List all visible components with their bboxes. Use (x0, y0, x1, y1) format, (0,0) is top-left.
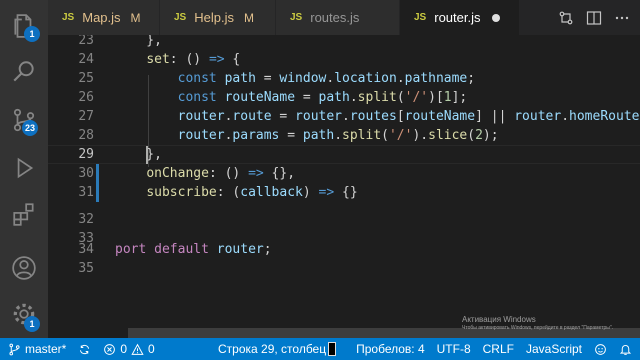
code-line: }, (115, 35, 162, 48)
windows-activation-watermark: Активация Windows Чтобы активировать Win… (462, 315, 613, 331)
line-number: 35 (78, 261, 94, 276)
tab-router-js[interactable]: JS router.js (400, 0, 520, 35)
eol-label: CRLF (482, 342, 514, 356)
line-number: 31 (78, 185, 94, 200)
warning-icon (131, 343, 144, 355)
code-line: port default router; (115, 242, 272, 257)
git-branch-icon (9, 343, 20, 355)
line-number: 23 (78, 35, 94, 48)
scm-badge: 23 (22, 120, 39, 136)
git-change-marker[interactable] (96, 164, 99, 202)
line-number: 32 (78, 212, 94, 227)
tab-routes-js[interactable]: JS routes.js (276, 0, 400, 35)
explorer-badge: 1 (24, 26, 40, 42)
code-line: const path = window.location.pathname; (177, 71, 476, 86)
extensions-icon (13, 203, 34, 226)
editor-tabs: JS Map.js M JS Help.js M JS routes.js JS… (48, 0, 640, 35)
run-debug-button[interactable] (0, 144, 48, 192)
source-control-button[interactable]: 23 (0, 96, 48, 144)
language-mode[interactable]: JavaScript (520, 338, 588, 360)
modified-indicator: M (243, 10, 254, 25)
split-editor-icon[interactable] (586, 10, 602, 26)
indentation-indicator[interactable]: Пробелов: 4 (342, 338, 431, 360)
debug-icon (17, 157, 34, 179)
feedback-button[interactable] (588, 338, 613, 360)
tab-label: routes.js (310, 10, 360, 25)
tab-label: Help.js (194, 10, 234, 25)
bell-icon (619, 344, 632, 355)
search-icon (13, 61, 34, 82)
extensions-button[interactable] (0, 190, 48, 238)
js-file-icon: JS (174, 12, 187, 23)
branch-indicator[interactable]: master* (0, 338, 72, 360)
js-file-icon: JS (62, 12, 75, 23)
tab-label: Map.js (82, 10, 121, 25)
tab-map-js[interactable]: JS Map.js M (48, 0, 160, 35)
feedback-icon (595, 343, 606, 355)
code-editor[interactable]: 23 24 25 26 27 28 29 30 31 32 33 34 35 }… (48, 35, 640, 338)
status-bar-right: Строка 29, столбец Пробелов: 4 UTF-8 CRL… (212, 338, 640, 360)
warning-count: 0 (148, 342, 155, 356)
mouse-cursor-icon (328, 342, 337, 356)
cursor-position-label: Строка 29, столбец (218, 342, 327, 356)
code-line: subscribe: (callback) => {} (146, 185, 358, 200)
status-bar: master* 0 0 Строка 29, столбец Пробелов:… (0, 338, 640, 360)
sync-button[interactable] (72, 338, 97, 360)
notifications-button[interactable] (613, 338, 640, 360)
error-count: 0 (120, 342, 128, 356)
code-line: onChange: () => {}, (146, 166, 296, 181)
sync-icon (80, 344, 90, 354)
line-number: 26 (78, 90, 94, 105)
error-icon (104, 343, 116, 355)
cursor-position[interactable]: Строка 29, столбец (212, 338, 342, 360)
problems-indicator[interactable]: 0 0 (97, 338, 160, 360)
eol-indicator[interactable]: CRLF (477, 338, 520, 360)
search-button[interactable] (0, 48, 48, 96)
code-line: router.route = router.routes[routeName] … (177, 109, 640, 124)
compare-changes-icon[interactable] (558, 10, 574, 26)
settings-badge: 1 (24, 316, 40, 332)
line-number: 25 (78, 71, 94, 86)
line-number: 34 (78, 242, 94, 257)
js-file-icon: JS (290, 12, 303, 23)
line-number: 27 (78, 109, 94, 124)
unsaved-dot-icon[interactable] (492, 13, 501, 22)
code-line: set: () => { (146, 52, 241, 67)
line-number: 28 (78, 128, 94, 143)
manage-button[interactable]: 1 (0, 290, 48, 338)
text-caret (146, 146, 148, 164)
code-line: const routeName = path.split('/')[1]; (177, 90, 468, 105)
encoding-label: UTF-8 (436, 342, 471, 356)
explorer-button[interactable]: 1 (0, 2, 48, 50)
branch-name: master* (25, 342, 67, 356)
language-label: JavaScript (525, 342, 582, 356)
tab-help-js[interactable]: JS Help.js M (160, 0, 276, 35)
modified-indicator: M (130, 10, 141, 25)
code-line-current: }, (115, 147, 162, 162)
js-file-icon: JS (414, 12, 427, 23)
accounts-button[interactable] (0, 244, 48, 292)
watermark-subtitle: Чтобы активировать Windows, перейдите в … (462, 325, 614, 331)
line-number: 24 (78, 52, 94, 67)
code-line: router.params = path.split('/').slice(2)… (177, 128, 499, 143)
line-number: 30 (78, 166, 94, 181)
encoding-indicator[interactable]: UTF-8 (431, 338, 477, 360)
account-icon (12, 256, 36, 280)
editor-actions (558, 0, 640, 35)
watermark-title: Активация Windows (462, 315, 536, 324)
indentation-label: Пробелов: 4 (356, 342, 425, 356)
tab-label: router.js (434, 10, 481, 25)
activity-bar: 1 23 1 (0, 0, 48, 338)
more-actions-icon[interactable] (614, 10, 630, 26)
line-number-current: 29 (78, 147, 94, 162)
